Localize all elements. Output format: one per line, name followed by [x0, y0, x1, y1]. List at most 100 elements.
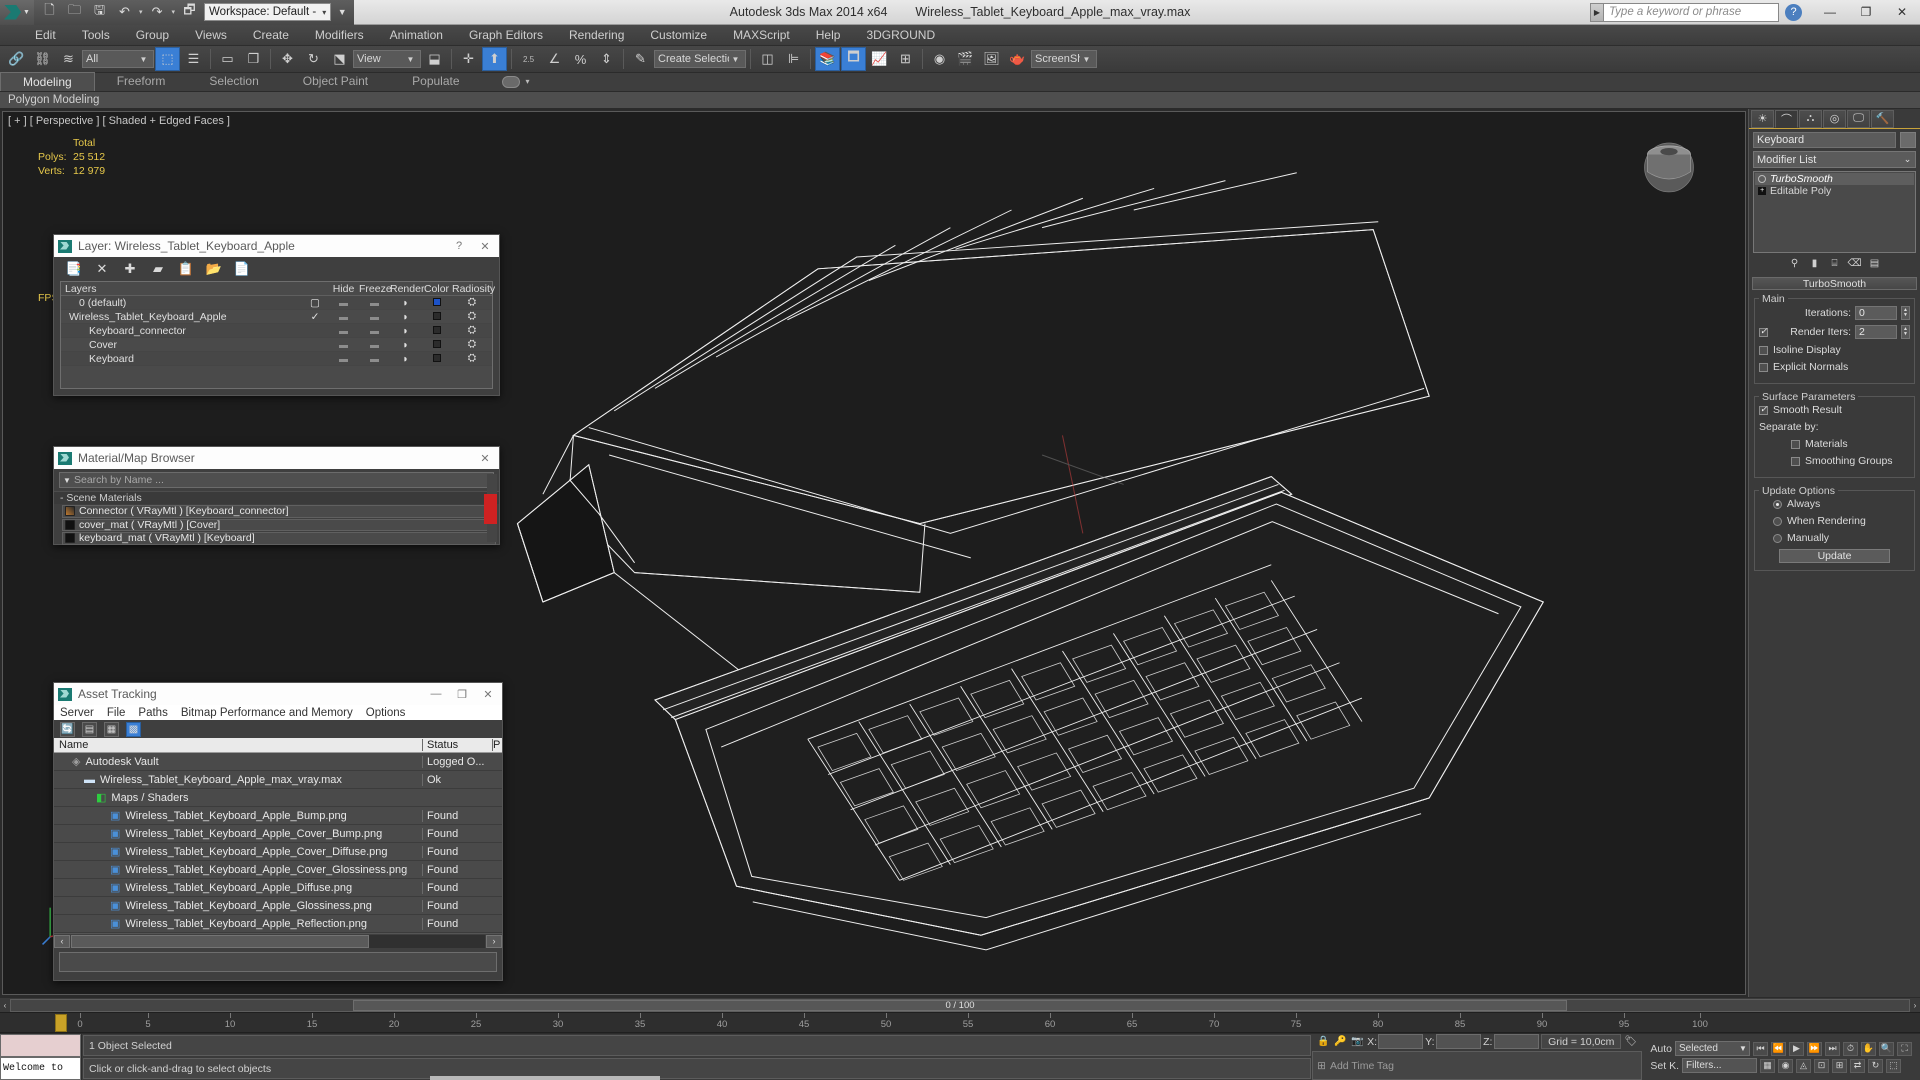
new-layer-icon[interactable]: 📑 — [66, 261, 82, 277]
spinner-snap-toggle-icon[interactable]: ⇕ — [594, 47, 619, 71]
undo-dropdown-icon[interactable]: ▾ — [139, 8, 143, 16]
asset-tracking-close-button[interactable]: ✕ — [478, 684, 498, 704]
update-button[interactable]: Update — [1779, 549, 1890, 563]
refresh-icon[interactable]: 🔄 — [60, 721, 75, 737]
render-iters-input[interactable]: 2 — [1855, 325, 1897, 339]
material-search-input[interactable]: ▼ Search by Name ... — [59, 472, 494, 488]
material-editor-icon[interactable]: ◉ — [927, 47, 952, 71]
asset-tracking-horizontal-scrollbar[interactable]: ‹ › — [54, 933, 502, 948]
add-selection-icon[interactable]: ✚ — [122, 261, 138, 277]
rendered-frame-window-icon[interactable]: 🖼 — [979, 47, 1004, 71]
search-input[interactable]: Type a keyword or phrase — [1604, 2, 1779, 22]
menu-item-customize[interactable]: Customize — [637, 25, 720, 46]
smoothing-groups-checkbox[interactable] — [1791, 456, 1800, 466]
snapshot-icon[interactable]: 📷 — [1350, 1034, 1365, 1049]
table-row[interactable]: ▣ Wireless_Tablet_Keyboard_Apple_Bump.png… — [54, 807, 502, 825]
coord-z-input[interactable] — [1494, 1034, 1540, 1049]
layer-active-checkbox[interactable]: ▢ — [302, 297, 328, 309]
table-row[interactable]: ▬ Wireless_Tablet_Keyboard_Apple_max_vray… — [54, 771, 502, 789]
maximize-button[interactable]: ❐ — [1848, 0, 1884, 25]
table-row[interactable]: ◧ Maps / Shaders — [54, 789, 502, 807]
help-icon[interactable]: ? — [1785, 3, 1802, 21]
list-item[interactable]: keyboard_mat ( VRayMtl ) [Keyboard] — [62, 532, 496, 545]
previous-frame-icon[interactable]: ⏪ — [1771, 1041, 1786, 1056]
update-always-row[interactable]: Always — [1759, 498, 1910, 510]
go-to-start-icon[interactable]: ⏮ — [1753, 1041, 1768, 1056]
scroll-left-icon[interactable]: ‹ — [54, 934, 70, 948]
application-menu-button[interactable]: ▼ — [0, 0, 34, 25]
scrollbar-track[interactable] — [71, 934, 485, 948]
save-icon[interactable]: 🖫 — [89, 2, 110, 22]
tab-modeling[interactable]: Modeling — [0, 72, 95, 91]
mirror-icon[interactable]: ◫ — [755, 47, 780, 71]
render-iters-checkbox[interactable] — [1759, 326, 1768, 337]
menu-item-edit[interactable]: Edit — [22, 25, 69, 46]
search-dropdown-icon[interactable]: ▶ — [1590, 2, 1604, 22]
layer-dialog-titlebar[interactable]: Layer: Wireless_Tablet_Keyboard_Apple ? … — [54, 235, 499, 257]
workspace-selector[interactable]: Workspace: Default - ▾ — [204, 3, 332, 21]
render-toggle[interactable]: ◗ — [390, 325, 421, 337]
make-unique-icon[interactable]: ⌸ — [1828, 257, 1842, 270]
table-row[interactable]: ▣ Wireless_Tablet_Keyboard_Apple_Reflecti… — [54, 915, 502, 933]
utilities-tab[interactable]: 🔨 — [1871, 109, 1894, 128]
table-row[interactable]: Keyboard ◗ ⛭ — [61, 352, 492, 366]
remove-modifier-icon[interactable]: ⌫ — [1847, 257, 1861, 270]
lock-icon[interactable]: 🔒 — [1316, 1034, 1331, 1049]
schematic-view-icon[interactable]: ⊞ — [893, 47, 918, 71]
edit-named-selection-sets-icon[interactable]: ✎ — [628, 47, 653, 71]
layer-properties-icon[interactable]: 📄 — [234, 261, 250, 277]
list-item[interactable]: cover_mat ( VRayMtl ) [Cover] — [62, 518, 496, 531]
object-name-field[interactable]: Keyboard — [1753, 131, 1896, 148]
table-row[interactable]: Cover ◗ ⛭ — [61, 338, 492, 352]
coord-y-input[interactable] — [1436, 1034, 1482, 1049]
curve-editor-icon[interactable]: 📈 — [867, 47, 892, 71]
screenshot-combo[interactable]: ScreenShot ▼ — [1031, 50, 1097, 68]
show-end-result-icon[interactable]: ▮ — [1808, 257, 1822, 270]
details-icon[interactable]: ▦ — [104, 721, 119, 737]
color-swatch[interactable] — [421, 325, 452, 337]
layer-manager-dialog[interactable]: Layer: Wireless_Tablet_Keyboard_Apple ? … — [53, 234, 500, 396]
scene-materials-group-header[interactable]: - Scene Materials — [54, 491, 499, 504]
new-icon[interactable]: 🗋 — [39, 2, 60, 22]
go-to-end-icon[interactable]: ⏭ — [1825, 1041, 1840, 1056]
percent-snap-toggle-icon[interactable]: % — [568, 47, 593, 71]
render-setup-icon[interactable]: 🎬 — [953, 47, 978, 71]
radiosity-toggle[interactable]: ⛭ — [452, 324, 492, 337]
menu-item-bitmap-performance[interactable]: Bitmap Performance and Memory — [181, 707, 353, 719]
menu-item-views[interactable]: Views — [182, 25, 240, 46]
project-folder-icon[interactable]: 🗗 — [179, 2, 200, 22]
zoom-extents-icon[interactable]: ⊡ — [1814, 1058, 1829, 1073]
menu-item-tools[interactable]: Tools — [69, 25, 123, 46]
menu-item-3dground[interactable]: 3DGROUND — [853, 25, 948, 46]
table-row[interactable]: Wireless_Tablet_Keyboard_Apple ✓ ◗ ⛭ — [61, 310, 492, 324]
asset-tracking-table[interactable]: Name Status P ◈ Autodesk Vault Logged O..… — [54, 738, 502, 933]
select-link-icon[interactable]: 🔗 — [4, 47, 29, 71]
next-frame-icon[interactable]: › — [1910, 1001, 1920, 1010]
update-when-rendering-row[interactable]: When Rendering — [1759, 515, 1910, 527]
radiosity-toggle[interactable]: ⛭ — [452, 310, 492, 323]
add-time-tag-field[interactable]: ⊞ Add Time Tag — [1312, 1051, 1643, 1080]
align-icon[interactable]: ⊫ — [781, 47, 806, 71]
modifier-stack-item-editable-poly[interactable]: + Editable Poly — [1755, 185, 1914, 197]
menu-item-create[interactable]: Create — [240, 25, 302, 46]
mini-listener[interactable]: Welcome to — [0, 1034, 82, 1080]
ribbon-subtab-polygon-modeling[interactable]: Polygon Modeling — [8, 94, 99, 106]
rectangular-selection-region-icon[interactable]: ▭ — [215, 47, 240, 71]
scene-explorer-icon[interactable]: 🗖 — [841, 47, 866, 71]
keyboard-shortcut-override-icon[interactable]: ⬆ — [482, 47, 507, 71]
prev-frame-icon[interactable]: ‹ — [0, 1001, 10, 1010]
next-frame-icon[interactable]: ⏩ — [1807, 1041, 1822, 1056]
use-pivot-point-center-icon[interactable]: ⬓ — [422, 47, 447, 71]
list-item[interactable]: Connector ( VRayMtl ) [Keyboard_connecto… — [62, 505, 496, 518]
menu-item-graph-editors[interactable]: Graph Editors — [456, 25, 556, 46]
snaps-toggle-icon[interactable]: 2.5 — [516, 47, 541, 71]
freeze-toggle[interactable] — [359, 325, 390, 337]
motion-tab[interactable]: ◎ — [1823, 109, 1846, 128]
radiosity-toggle[interactable]: ⛭ — [452, 296, 492, 309]
render-toggle[interactable]: ◗ — [390, 311, 421, 323]
material-map-browser[interactable]: Material/Map Browser ✕ ▼ Search by Name … — [53, 446, 500, 545]
table-row[interactable]: ▣ Wireless_Tablet_Keyboard_Apple_Cover_Di… — [54, 843, 502, 861]
isoline-display-row[interactable]: Isoline Display — [1759, 344, 1910, 356]
radiosity-toggle[interactable]: ⛭ — [452, 352, 492, 365]
display-tab[interactable]: 🖵 — [1847, 109, 1870, 128]
